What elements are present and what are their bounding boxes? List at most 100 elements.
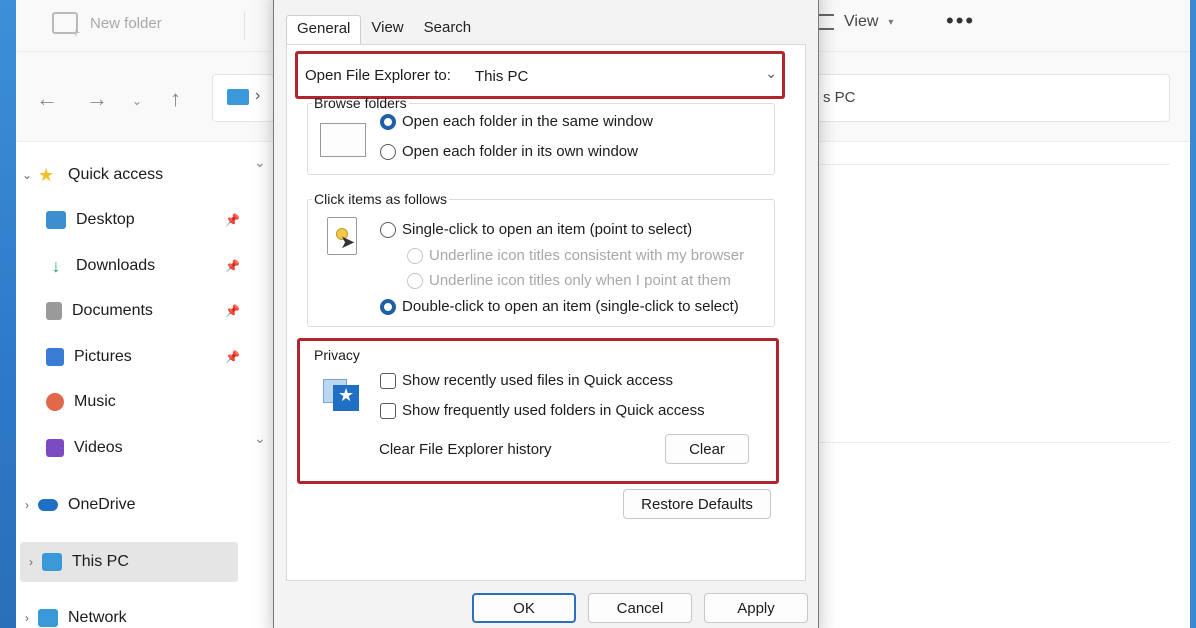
desktop-wallpaper	[0, 0, 16, 628]
address-bar[interactable]: ›	[212, 74, 274, 122]
underline-browser-option[interactable]: Underline icon titles consistent with my…	[407, 247, 744, 264]
download-icon: ↓	[51, 256, 61, 276]
sidebar-item-downloads[interactable]: ↓ Downloads 📌	[16, 246, 244, 286]
tab-search[interactable]: Search	[414, 15, 482, 45]
network-icon	[38, 609, 58, 627]
sidebar-item-label: Quick access	[68, 166, 164, 183]
pin-icon: 📌	[225, 213, 240, 227]
toolbar-divider	[244, 12, 245, 40]
radio-button[interactable]	[380, 221, 396, 238]
quick-access-star-icon: ★	[323, 373, 359, 411]
open-same-window-label: Open each folder in the same window	[402, 113, 653, 130]
radio-button[interactable]	[380, 113, 396, 130]
click-pointer-icon: ➤	[327, 217, 357, 255]
restore-defaults-button[interactable]: Restore Defaults	[623, 489, 771, 519]
cloud-icon	[38, 499, 58, 511]
ok-button[interactable]: OK	[472, 593, 576, 623]
scroll-chevron-icon[interactable]: ⌄	[254, 154, 266, 171]
pin-icon: 📌	[225, 259, 240, 273]
sidebar-item-pictures[interactable]: Pictures 📌	[16, 337, 244, 377]
desktop-icon	[46, 211, 66, 229]
sidebar-item-label: Network	[68, 609, 127, 626]
star-icon: ★	[38, 165, 55, 185]
sidebar-item-onedrive[interactable]: › OneDrive	[16, 485, 244, 525]
show-frequent-folders-option[interactable]: Show frequently used folders in Quick ac…	[380, 402, 705, 419]
sidebar-item-label: Desktop	[76, 211, 135, 228]
general-tab-panel: Open File Explorer to: This PC ⌄ Browse …	[286, 44, 806, 581]
show-frequent-folders-label: Show frequently used folders in Quick ac…	[402, 402, 705, 419]
sidebar-item-label: Music	[74, 393, 116, 410]
expand-chevron-icon[interactable]: ›	[16, 498, 38, 512]
underline-browser-label: Underline icon titles consistent with my…	[429, 247, 745, 264]
radio-button[interactable]	[407, 272, 423, 289]
sidebar-item-label: This PC	[72, 553, 129, 570]
up-arrow-icon[interactable]: ↑	[170, 86, 181, 112]
expand-chevron-icon[interactable]: ›	[16, 611, 38, 625]
open-explorer-row: Open File Explorer to: This PC ⌄	[305, 65, 777, 85]
navigation-pane: ⌄ ★ Quick access Desktop 📌 ↓ Downloads 📌…	[16, 142, 266, 628]
tab-bar: General View Search	[286, 15, 481, 45]
double-click-option[interactable]: Double-click to open an item (single-cli…	[380, 298, 739, 315]
this-pc-icon	[227, 89, 249, 105]
more-options-button[interactable]: •••	[946, 8, 975, 34]
tab-view[interactable]: View	[361, 15, 413, 45]
apply-button[interactable]: Apply	[704, 593, 808, 623]
pictures-icon	[46, 348, 64, 366]
view-button[interactable]: View ▾	[816, 13, 893, 31]
single-click-option[interactable]: Single-click to open an item (point to s…	[380, 221, 692, 238]
clear-history-label: Clear File Explorer history	[379, 441, 552, 458]
show-recent-files-label: Show recently used files in Quick access	[402, 372, 673, 389]
radio-button[interactable]	[407, 247, 423, 264]
sidebar-item-this-pc[interactable]: › This PC	[20, 542, 238, 582]
chevron-down-icon: ▾	[888, 16, 894, 28]
desktop-wallpaper-right	[1190, 0, 1196, 628]
cancel-button[interactable]: Cancel	[588, 593, 692, 623]
show-recent-files-option[interactable]: Show recently used files in Quick access	[380, 372, 673, 389]
new-folder-label: New folder	[90, 14, 162, 32]
content-divider	[810, 442, 1170, 443]
expand-chevron-icon[interactable]: ›	[20, 555, 42, 569]
single-click-label: Single-click to open an item (point to s…	[402, 221, 693, 238]
underline-point-option[interactable]: Underline icon titles only when I point …	[407, 272, 731, 289]
sidebar-item-label: OneDrive	[68, 496, 136, 513]
open-explorer-select[interactable]: This PC ⌄	[467, 61, 785, 91]
view-label: View	[844, 13, 879, 30]
folder-options-dialog: General View Search Open File Explorer t…	[273, 0, 819, 628]
sidebar-item-label: Downloads	[76, 257, 156, 274]
recent-locations-chevron-icon[interactable]: ⌄	[132, 94, 142, 108]
computer-icon	[42, 553, 62, 571]
window-icon	[320, 123, 366, 157]
forward-arrow-icon[interactable]: →	[86, 86, 108, 112]
sidebar-item-videos[interactable]: Videos	[16, 428, 244, 468]
checkbox[interactable]	[380, 402, 396, 419]
open-explorer-label: Open File Explorer to:	[305, 67, 451, 84]
open-own-window-option[interactable]: Open each folder in its own window	[380, 143, 638, 160]
content-divider	[810, 164, 1170, 165]
checkbox[interactable]	[380, 372, 396, 389]
sidebar-item-network[interactable]: › Network	[16, 598, 244, 628]
radio-button[interactable]	[380, 298, 396, 315]
document-icon	[46, 302, 62, 320]
new-folder-icon	[52, 12, 80, 40]
browse-folders-group: Browse folders	[307, 95, 775, 175]
sidebar-item-label: Pictures	[74, 348, 132, 365]
new-folder-button[interactable]: New folder	[52, 12, 162, 40]
sidebar-item-documents[interactable]: Documents 📌	[16, 291, 244, 331]
sidebar-item-quick-access[interactable]: ⌄ ★ Quick access	[16, 155, 244, 195]
address-text: s PC	[823, 89, 856, 106]
expand-chevron-icon[interactable]: ⌄	[16, 168, 38, 182]
sidebar-item-music[interactable]: Music	[16, 382, 244, 422]
music-icon	[46, 393, 64, 411]
back-arrow-icon[interactable]: ←	[36, 86, 58, 112]
scroll-chevron-icon[interactable]: ⌄	[254, 430, 266, 447]
address-bar-continued[interactable]: s PC	[810, 74, 1170, 122]
breadcrumb-chevron-icon: ›	[255, 87, 261, 104]
radio-button[interactable]	[380, 143, 396, 160]
open-same-window-option[interactable]: Open each folder in the same window	[380, 113, 653, 130]
sidebar-item-desktop[interactable]: Desktop 📌	[16, 200, 244, 240]
videos-icon	[46, 439, 64, 457]
clear-history-button[interactable]: Clear	[665, 434, 749, 464]
sidebar-item-label: Documents	[72, 302, 153, 319]
tab-general[interactable]: General	[286, 15, 362, 45]
privacy-legend: Privacy	[314, 347, 360, 363]
